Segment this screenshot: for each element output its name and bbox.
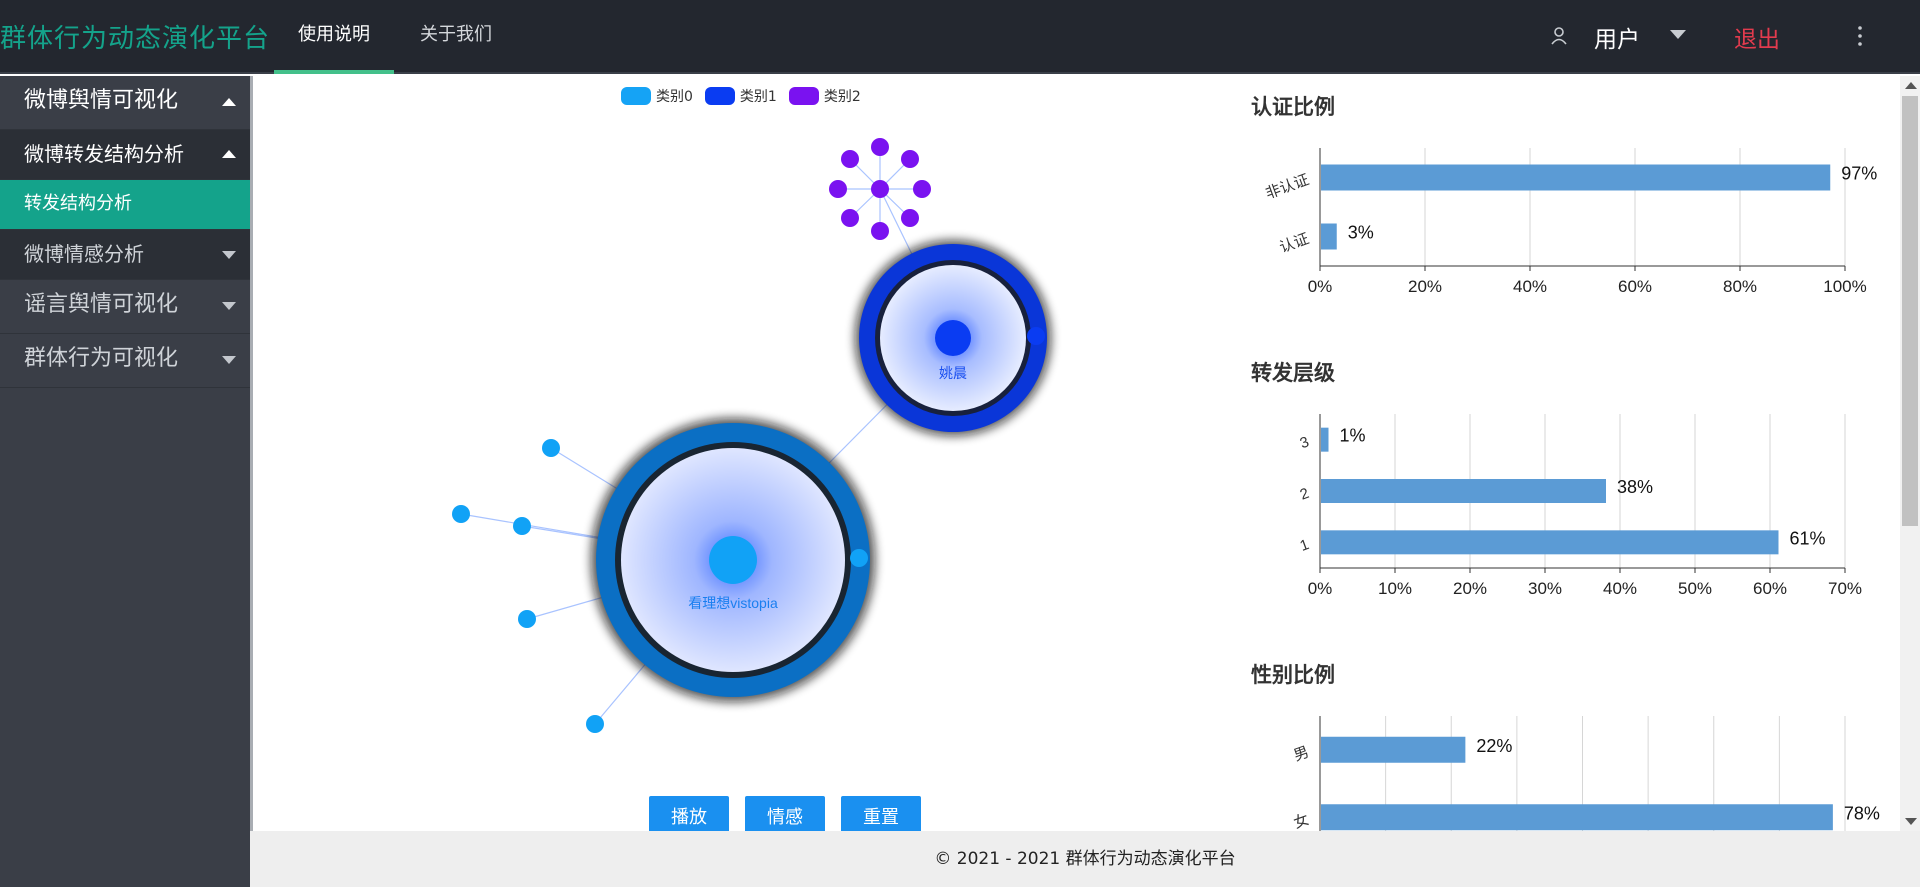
bar[interactable]: [1321, 164, 1831, 191]
sidebar-item-label: 微博舆情可视化: [24, 88, 179, 113]
sidebar-item-sentiment[interactable]: 微博情感分析: [0, 230, 250, 280]
repost-graph-panel: 类别0 类别1 类别2 看理想vistopia 姚晨 播放 情感 重置: [253, 76, 1223, 840]
sidebar-item-label: 群体行为可视化: [24, 346, 179, 371]
stats-charts-panel: 认证比例 0% 20% 40% 60% 80% 100% 97% 非认证 3% 认证转发层级 0% 10…: [1223, 76, 1883, 831]
tick-label: 20%: [1453, 579, 1487, 598]
sidebar-item-label: 微博情感分析: [24, 242, 144, 266]
scroll-thumb[interactable]: [1902, 96, 1918, 526]
data-label: 22%: [1476, 736, 1512, 756]
category-label: 认证: [1277, 230, 1311, 256]
chart-title: 性别比例: [1251, 663, 1335, 687]
footer: © 2021 - 2021 群体行为动态演化平台: [250, 831, 1920, 887]
sidebar-item-group-behavior[interactable]: 群体行为可视化: [0, 334, 250, 388]
graph-node-hub-a[interactable]: 看理想vistopia: [591, 418, 875, 702]
tick-label: 10%: [1378, 579, 1412, 598]
chevron-down-icon[interactable]: [1670, 30, 1686, 39]
bar[interactable]: [1321, 427, 1329, 452]
tick-label: 0%: [1308, 277, 1333, 296]
data-label: 78%: [1844, 803, 1880, 823]
sidebar-item-repost-structure[interactable]: 微博转发结构分析: [0, 130, 250, 180]
bar[interactable]: [1321, 223, 1337, 250]
vertical-scrollbar[interactable]: [1900, 76, 1920, 831]
chevron-down-icon: [222, 302, 236, 310]
sidebar-item-weibo-opinion[interactable]: 微博舆情可视化: [0, 76, 250, 130]
data-label: 38%: [1617, 477, 1653, 497]
more-vertical-icon[interactable]: [1855, 24, 1865, 48]
tick-label: 60%: [1618, 277, 1652, 296]
category-label: 3: [1298, 433, 1312, 452]
stats-charts: 认证比例 0% 20% 40% 60% 80% 100% 97% 非认证 3% 认证转发层级 0% 10…: [1251, 95, 1880, 831]
category-label: 1: [1298, 536, 1312, 555]
bar[interactable]: [1321, 736, 1466, 763]
tick-label: 60%: [1753, 579, 1787, 598]
main-content: 类别0 类别1 类别2 看理想vistopia 姚晨 播放 情感 重置 认证比例…: [250, 76, 1900, 840]
chevron-up-icon: [222, 98, 236, 106]
sidebar-item-label: 谣言舆情可视化: [24, 292, 179, 317]
node-label-hub-b: 姚晨: [939, 365, 967, 381]
logout-button[interactable]: 退出: [1734, 20, 1780, 54]
sidebar-item-label: 微博转发结构分析: [24, 142, 184, 166]
chevron-down-icon: [222, 356, 236, 364]
category-label: 女: [1291, 810, 1311, 831]
bar[interactable]: [1321, 804, 1833, 831]
tick-label: 70%: [1828, 579, 1862, 598]
tick-label: 40%: [1513, 277, 1547, 296]
tick-label: 20%: [1408, 277, 1442, 296]
tab-usage[interactable]: 使用说明: [274, 0, 394, 74]
graph-node-hub-b[interactable]: 姚晨: [855, 240, 1051, 436]
sidebar-item-label: 转发结构分析: [24, 193, 132, 214]
graph-leaf-nodes-cat2[interactable]: [829, 138, 931, 240]
user-icon[interactable]: [1550, 26, 1568, 46]
category-label: 2: [1298, 485, 1312, 504]
tick-label: 0%: [1308, 579, 1333, 598]
data-label: 3%: [1348, 223, 1374, 243]
graph-leaf-nodes-cat0[interactable]: [452, 439, 604, 733]
brand-title[interactable]: 群体行为动态演化平台: [0, 18, 270, 55]
data-label: 61%: [1790, 528, 1826, 548]
category-label: 非认证: [1263, 171, 1311, 202]
sidebar-item-rumor[interactable]: 谣言舆情可视化: [0, 280, 250, 334]
sidebar: 微博舆情可视化 微博转发结构分析 转发结构分析 微博情感分析 谣言舆情可视化 群…: [0, 76, 250, 887]
scroll-down-icon[interactable]: [1905, 818, 1917, 825]
top-navbar: 群体行为动态演化平台 使用说明 关于我们 用户 退出: [0, 0, 1920, 74]
bar[interactable]: [1321, 530, 1779, 555]
chevron-up-icon: [222, 150, 236, 158]
chevron-down-icon: [222, 251, 236, 259]
tick-label: 30%: [1528, 579, 1562, 598]
sidebar-item-repost-analysis[interactable]: 转发结构分析: [0, 180, 250, 230]
chart-title: 转发层级: [1251, 361, 1335, 385]
chart-title: 认证比例: [1251, 95, 1335, 119]
tick-label: 40%: [1603, 579, 1637, 598]
node-label-hub-a: 看理想vistopia: [688, 595, 778, 611]
tick-label: 100%: [1823, 277, 1866, 296]
scroll-up-icon[interactable]: [1905, 82, 1917, 89]
bar[interactable]: [1321, 479, 1606, 503]
data-label: 1%: [1340, 426, 1366, 446]
data-label: 97%: [1841, 164, 1877, 184]
user-menu-label[interactable]: 用户: [1594, 20, 1640, 54]
tick-label: 80%: [1723, 277, 1757, 296]
category-label: 男: [1291, 744, 1311, 765]
tab-about[interactable]: 关于我们: [420, 0, 492, 74]
network-graph[interactable]: 看理想vistopia 姚晨: [253, 76, 1223, 776]
tick-label: 50%: [1678, 579, 1712, 598]
